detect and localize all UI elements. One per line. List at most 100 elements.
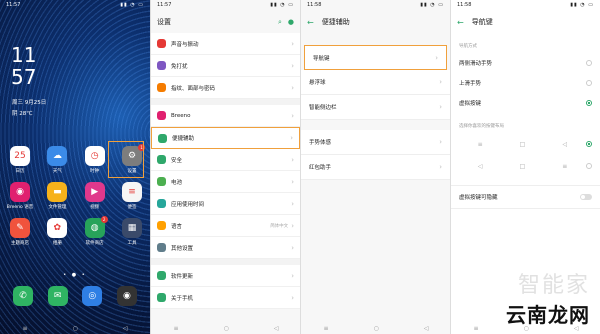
settings-item[interactable]: 软件更新 › xyxy=(151,265,300,287)
layout-option-1[interactable]: ≡ □ ◁ xyxy=(451,133,600,155)
assist-list: 导航键 › 悬浮球 › 智能侧边栏 › 手势体感 › 红包助手 › xyxy=(301,45,450,180)
status-time: 11:58 xyxy=(307,2,322,8)
app-8[interactable]: ✎ 主题商店 xyxy=(6,218,34,246)
theme-icon: ✎ xyxy=(10,218,30,238)
hide-keys-toggle[interactable] xyxy=(580,194,592,200)
app-9[interactable]: ✿ 相册 xyxy=(43,218,71,246)
app-11[interactable]: ▦ 工具 xyxy=(118,218,146,246)
nav-option-label: 两侧滑动手势 xyxy=(459,61,493,67)
chevron-right-icon: › xyxy=(291,177,294,186)
menu-key-icon[interactable]: ≡ xyxy=(324,325,329,332)
app-10[interactable]: ◍ 2 软件商店 xyxy=(81,216,109,246)
assist-item-label: 导航键 xyxy=(313,55,330,62)
menu-key-icon[interactable]: ≡ xyxy=(23,325,28,332)
app-6[interactable]: ▶ 视频 xyxy=(81,182,109,210)
assist-item[interactable]: 悬浮球 › xyxy=(301,70,450,95)
notification-badge: 2 xyxy=(100,216,108,223)
status-time: 11:58 xyxy=(457,2,472,8)
assist-item-label: 红包助手 xyxy=(309,165,332,171)
nav-option-label: 虚拟按键 xyxy=(459,101,482,107)
settings-item[interactable]: 免打扰 › xyxy=(151,55,300,77)
messages-icon[interactable]: ✉ xyxy=(47,286,68,306)
nav-option[interactable]: 上滑手势 xyxy=(451,73,600,93)
search-icon[interactable]: ⌕ xyxy=(278,18,282,27)
nav-option[interactable]: 两侧滑动手势 xyxy=(451,53,600,73)
chevron-right-icon: › xyxy=(291,83,294,92)
chevron-right-icon: › xyxy=(439,103,442,111)
settings-item[interactable]: 关于手机 › xyxy=(151,287,300,309)
layout-radio-2[interactable] xyxy=(585,163,592,169)
back-key-icon[interactable]: ◁ xyxy=(274,325,279,332)
nav-option-radio[interactable] xyxy=(586,80,592,86)
settings-item[interactable]: 语言 简体中文 › xyxy=(151,215,300,237)
app-label: 软件商店 xyxy=(85,241,104,246)
assist-icon xyxy=(158,133,167,143)
menu-key-icon[interactable]: ≡ xyxy=(474,325,479,332)
settings-item[interactable]: 便捷辅助 › xyxy=(151,127,300,149)
camera-icon[interactable]: ◉ xyxy=(116,286,137,306)
app-label: 时钟 xyxy=(90,169,100,174)
assist-item[interactable]: 导航键 › xyxy=(304,45,447,70)
assist-item[interactable]: 红包助手 › xyxy=(301,155,450,180)
chevron-right-icon: › xyxy=(291,293,294,302)
app-0[interactable]: 25 日历 xyxy=(6,146,34,174)
nav-bar: ≡ ○ ◁ xyxy=(151,322,300,334)
mic-icon[interactable]: ● xyxy=(288,18,294,27)
app-label: 便签 xyxy=(127,205,137,210)
home-key-icon: □ xyxy=(519,162,526,170)
back-arrow-icon[interactable]: ← xyxy=(457,18,464,27)
app-label: 文件管理 xyxy=(48,205,67,210)
home-key-icon[interactable]: ○ xyxy=(224,325,229,332)
app-label: 相册 xyxy=(52,241,62,246)
settings-item[interactable]: 声音与振动 › xyxy=(151,33,300,55)
chevron-right-icon: › xyxy=(291,111,294,120)
app-label: Breeno 语音 xyxy=(6,205,34,210)
status-icons: ▮▮ ◔ ▭ xyxy=(570,2,594,8)
update-icon xyxy=(157,271,166,280)
home-key-icon[interactable]: ○ xyxy=(524,325,529,332)
nav-option-radio[interactable] xyxy=(586,60,592,66)
browser-icon[interactable]: ◎ xyxy=(82,286,103,306)
nav-bar: ≡ ○ ◁ xyxy=(0,322,150,334)
app-7[interactable]: ≡ 便签 xyxy=(118,182,146,210)
settings-item[interactable]: 安全 › xyxy=(151,149,300,171)
back-arrow-icon[interactable]: ← xyxy=(307,18,314,27)
home-key-icon[interactable]: ○ xyxy=(374,325,379,332)
settings-item[interactable]: Breeno › xyxy=(151,105,300,127)
home-key-icon[interactable]: ○ xyxy=(73,325,78,332)
assist-header: ← 便捷辅助 xyxy=(301,11,450,33)
assist-item[interactable]: 智能侧边栏 › xyxy=(301,95,450,120)
menu-key-icon[interactable]: ≡ xyxy=(174,325,179,332)
back-key-icon[interactable]: ◁ xyxy=(123,325,128,332)
hide-keys-row[interactable]: 虚拟按键可隐藏 xyxy=(451,185,600,209)
app-2[interactable]: ◷ 时钟 xyxy=(81,146,109,174)
phone-icon[interactable]: ✆ xyxy=(13,286,33,306)
layout-option-2[interactable]: ◁ □ ≡ xyxy=(451,155,600,177)
assist-item-label: 手势体感 xyxy=(309,140,332,146)
status-bar: 11:58 ▮▮ ◔ ▭ xyxy=(301,0,450,11)
settings-item[interactable]: 其他设置 › xyxy=(151,237,300,259)
status-time: 11:57 xyxy=(6,2,21,8)
nav-option[interactable]: 虚拟按键 xyxy=(451,93,600,113)
app-row: ◉ Breeno 语音 ▬ 文件管理 ▶ 视频 ≡ 便签 xyxy=(6,182,146,210)
nav-bar: ≡ ○ ◁ xyxy=(451,322,600,334)
settings-item[interactable]: 应用使用时间 › xyxy=(151,193,300,215)
more-settings-icon xyxy=(157,243,166,252)
status-time: 11:57 xyxy=(157,2,172,8)
clock-hours: 11 xyxy=(11,43,37,67)
settings-item[interactable]: 指纹、面部与密码 › xyxy=(151,77,300,99)
app-1[interactable]: ☁ 天气 xyxy=(43,146,71,174)
app-5[interactable]: ▬ 文件管理 xyxy=(43,182,71,210)
back-key-icon: ◁ xyxy=(562,140,568,148)
assist-item[interactable]: 手势体感 › xyxy=(301,130,450,155)
back-key-icon[interactable]: ◁ xyxy=(424,325,429,332)
back-key-icon[interactable]: ◁ xyxy=(574,325,579,332)
folder-icon: ▬ xyxy=(47,182,68,202)
settings-item-label: 应用使用时间 xyxy=(171,201,205,208)
layout-radio-1[interactable] xyxy=(585,141,592,147)
app-4[interactable]: ◉ Breeno 语音 xyxy=(6,182,34,210)
settings-item[interactable]: 电池 › xyxy=(151,171,300,193)
app-label: 日历 xyxy=(15,169,25,174)
nav-option-radio[interactable] xyxy=(586,100,592,106)
weather-icon: ☁ xyxy=(47,146,68,166)
